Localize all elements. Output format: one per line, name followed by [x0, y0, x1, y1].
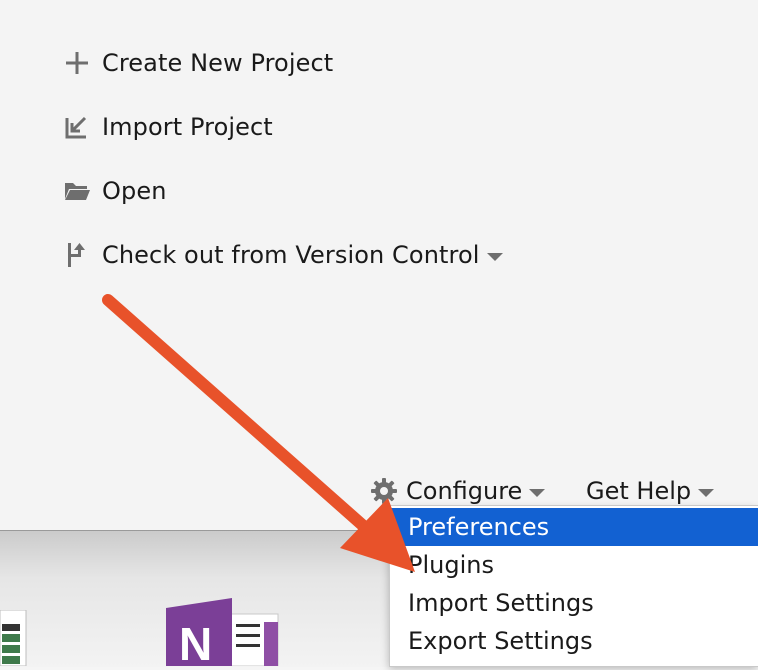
create-new-project-label: Create New Project — [102, 49, 334, 77]
gear-icon — [370, 477, 398, 505]
svg-text:N: N — [179, 618, 212, 666]
import-project-label: Import Project — [102, 113, 273, 141]
menu-item-label: Preferences — [408, 513, 550, 541]
checkout-vcs-action[interactable]: Check out from Version Control — [62, 238, 504, 272]
menu-item-import-settings[interactable]: Import Settings — [390, 584, 758, 622]
create-new-project-action[interactable]: Create New Project — [62, 46, 333, 80]
open-label: Open — [102, 177, 167, 205]
import-icon — [62, 112, 92, 142]
welcome-panel: Create New Project Import Project Open C… — [0, 0, 758, 530]
menu-item-export-settings[interactable]: Export Settings — [390, 622, 758, 660]
open-action[interactable]: Open — [62, 174, 167, 208]
get-help-label: Get Help — [586, 477, 692, 505]
menu-item-preferences[interactable]: Preferences — [390, 508, 758, 546]
menu-item-label: Plugins — [408, 551, 494, 579]
import-project-action[interactable]: Import Project — [62, 110, 273, 144]
configure-label: Configure — [406, 477, 523, 505]
menu-item-plugins[interactable]: Plugins — [390, 546, 758, 584]
configure-button[interactable]: Configure — [370, 474, 546, 508]
menu-item-label: Import Settings — [408, 589, 594, 617]
folder-icon — [62, 176, 92, 206]
chevron-down-icon — [697, 477, 715, 505]
chevron-down-icon — [528, 477, 546, 505]
chevron-down-icon — [486, 241, 504, 269]
plus-icon — [62, 48, 92, 78]
get-help-button[interactable]: Get Help — [586, 474, 715, 508]
onenote-app-icon[interactable]: N — [160, 598, 280, 670]
configure-menu: Preferences Plugins Import Settings Expo… — [390, 506, 758, 666]
spreadsheet-app-icon[interactable] — [0, 609, 32, 667]
menu-item-label: Export Settings — [408, 627, 593, 655]
checkout-icon — [62, 240, 92, 270]
checkout-vcs-label: Check out from Version Control — [102, 241, 480, 269]
